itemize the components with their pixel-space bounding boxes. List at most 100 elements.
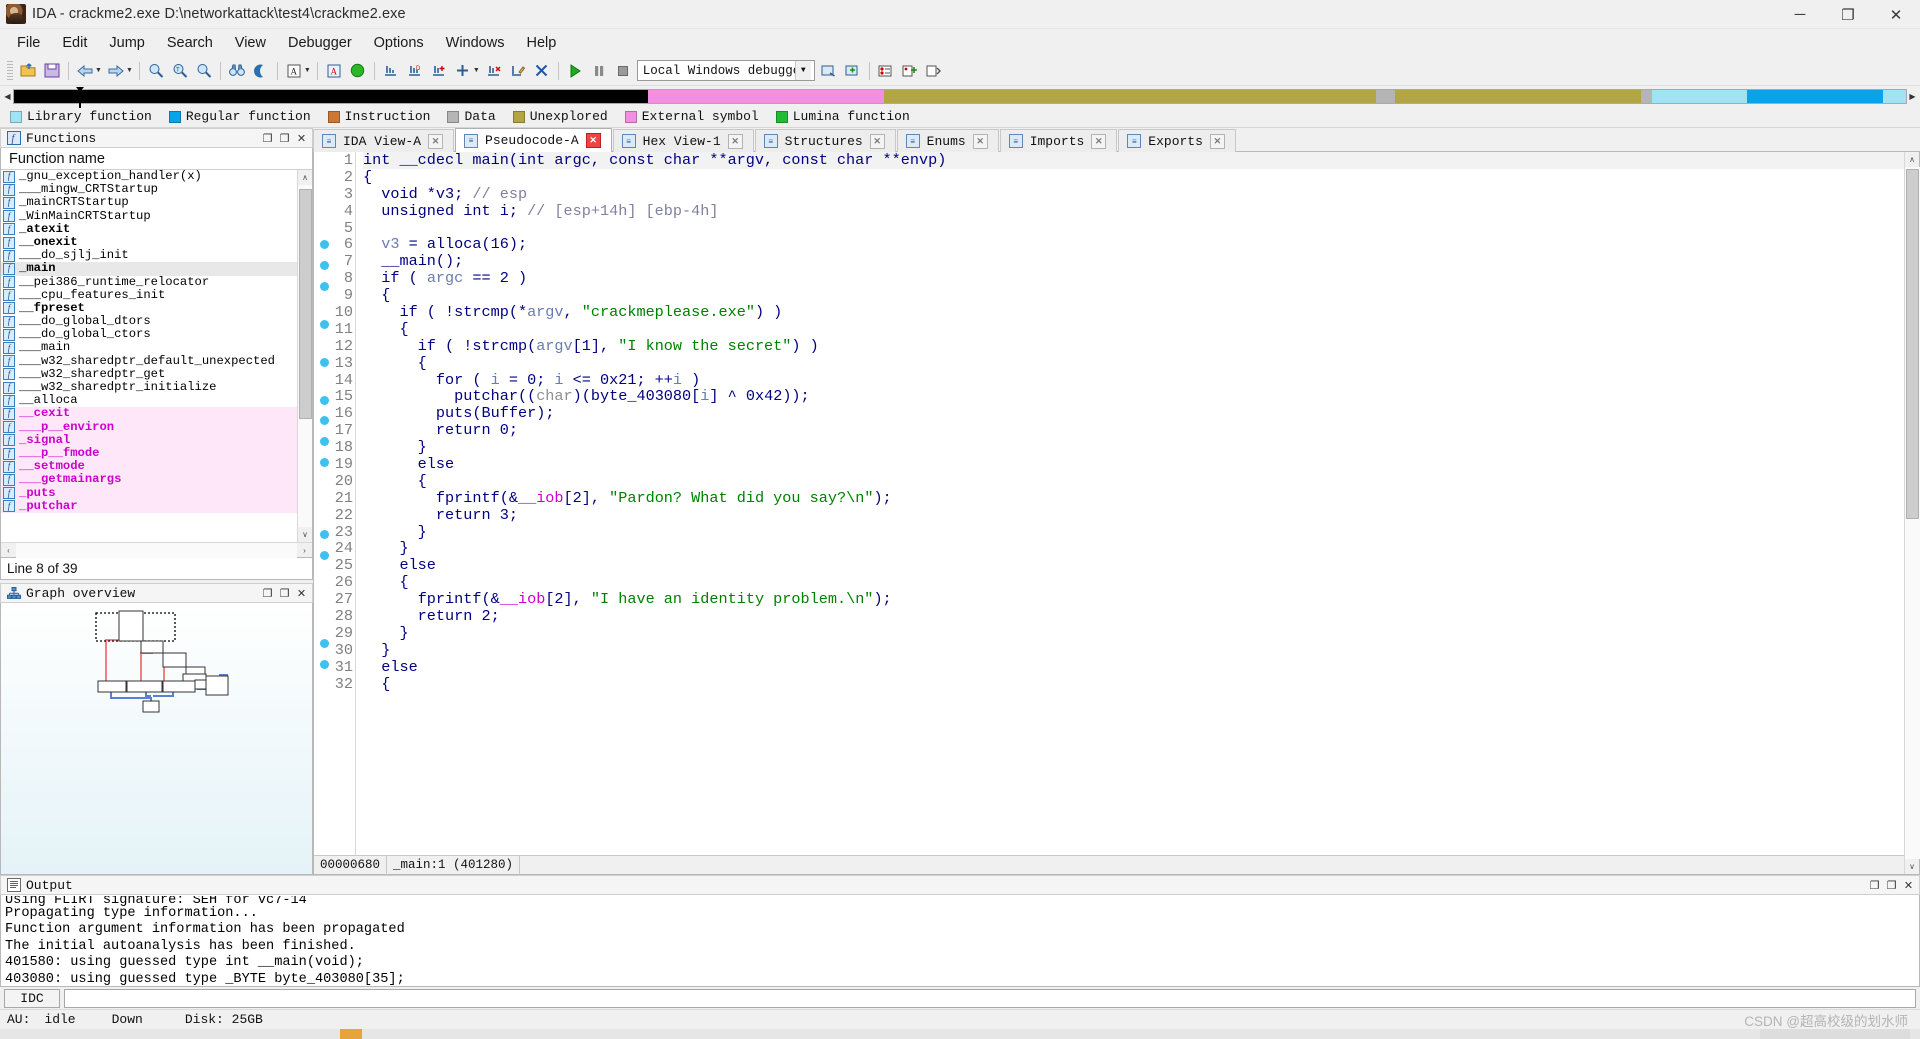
close-icon[interactable]: ✕ [727, 133, 743, 149]
code-line[interactable]: if ( argc == 2 ) [363, 270, 1904, 287]
breakpoint-marker[interactable] [314, 529, 334, 547]
idc-language-button[interactable]: IDC [4, 988, 60, 1008]
function-list-item[interactable]: f ___getmainargs [1, 473, 297, 487]
breakpoint-gutter-slot[interactable] [314, 203, 334, 220]
navband-segment-external[interactable] [647, 89, 885, 103]
code-line[interactable]: } [363, 523, 1904, 541]
breakpoint-gutter-slot[interactable] [314, 186, 334, 203]
taskbar-item-1[interactable] [340, 1029, 362, 1039]
menu-view[interactable]: View [224, 32, 277, 54]
code-line[interactable]: __main(); [363, 253, 1904, 270]
make-array-icon[interactable] [428, 60, 450, 82]
functions-hscroll-track[interactable] [16, 542, 297, 558]
function-list-item[interactable]: f ___main [1, 341, 297, 354]
function-list-item[interactable]: f ___cpu_features_init [1, 288, 297, 302]
search-text-icon[interactable]: T [169, 60, 191, 82]
moon-icon[interactable] [250, 60, 272, 82]
functions-hscroll-left-icon[interactable]: ‹ [1, 543, 16, 558]
function-list-item[interactable]: f _putchar [1, 499, 297, 513]
breakpoint-list-icon[interactable] [875, 60, 897, 82]
text-style-dropdown-icon[interactable]: ▼ [304, 67, 311, 74]
output-log-text[interactable]: Using FLIRT signature: SEH for vc7-14 Pro… [0, 895, 1920, 987]
functions-list[interactable]: f _gnu_exception_handler(x) f ___mingw_CRTS… [1, 170, 297, 542]
code-line[interactable]: else [363, 658, 1904, 676]
maximize-button[interactable]: ❐ [1824, 0, 1872, 29]
run-to-cursor-icon[interactable] [347, 60, 369, 82]
breakpoint-dot-icon[interactable] [319, 416, 329, 426]
open-file-icon[interactable] [17, 60, 39, 82]
breakpoint-gutter-slot[interactable] [314, 584, 334, 601]
chevron-down-icon[interactable]: ▼ [794, 61, 811, 80]
pseudocode-scroll-down-icon[interactable]: ∨ [1905, 859, 1920, 874]
add-breakpoint-icon[interactable] [899, 60, 921, 82]
code-line[interactable]: v3 = alloca(16); [363, 236, 1904, 253]
breakpoint-marker[interactable] [314, 416, 334, 433]
code-line[interactable]: if ( !strcmp(argv[1], "I know the secret… [363, 337, 1904, 355]
functions-close-button[interactable]: ✕ [293, 130, 310, 147]
delete-x-icon[interactable] [531, 60, 553, 82]
graph-float-button[interactable]: ❐ [276, 585, 293, 602]
breakpoint-marker[interactable] [314, 282, 334, 299]
breakpoint-marker[interactable] [314, 639, 334, 656]
breakpoint-dot-icon[interactable] [319, 639, 329, 649]
breakpoint-gutter-slot[interactable] [314, 169, 334, 186]
function-name-column-header[interactable]: Function name [1, 148, 312, 170]
minimize-button[interactable]: ─ [1776, 0, 1824, 29]
make-data-icon[interactable]: D [404, 60, 426, 82]
code-line[interactable]: puts(Buffer); [363, 405, 1904, 422]
breakpoint-dot-icon[interactable] [319, 660, 329, 670]
stop-debugger-icon[interactable] [612, 60, 634, 82]
code-line[interactable]: { [363, 287, 1904, 304]
functions-scroll-thumb[interactable] [298, 189, 312, 419]
add-dropdown-icon[interactable]: ▼ [473, 67, 480, 74]
breakpoint-gutter-slot[interactable] [314, 728, 334, 745]
code-line[interactable]: return 3; [363, 506, 1904, 524]
attach-process-icon[interactable] [842, 60, 864, 82]
decompile-icon[interactable]: A [323, 60, 345, 82]
code-line[interactable]: { [363, 472, 1904, 490]
code-line[interactable]: putchar((char)(byte_403080[i] ^ 0x42)); [363, 388, 1904, 405]
functions-float-button[interactable]: ❐ [276, 130, 293, 147]
code-line[interactable]: unsigned int i; // [esp+14h] [ebp-4h] [363, 202, 1904, 220]
navband-segment-data2[interactable] [1376, 89, 1396, 103]
breakpoint-marker[interactable] [314, 357, 334, 375]
code-line[interactable]: else [363, 557, 1904, 574]
breakpoint-dot-icon[interactable] [319, 282, 329, 292]
close-icon[interactable]: ✕ [1091, 133, 1107, 149]
functions-hscroll-right-icon[interactable]: › [297, 543, 312, 558]
close-icon[interactable]: ✕ [972, 133, 988, 149]
breakpoint-marker[interactable] [314, 261, 334, 278]
code-line[interactable]: if ( !strcmp(*argv, "crackmeplease.exe")… [363, 304, 1904, 321]
debugger-select[interactable]: Local Windows debugger ▼ [636, 60, 815, 81]
breakpoint-gutter-slot[interactable] [314, 220, 334, 237]
pause-debugger-icon[interactable] [588, 60, 610, 82]
graph-close-button[interactable]: ✕ [293, 585, 310, 602]
breakpoint-dot-icon[interactable] [319, 437, 329, 447]
breakpoint-marker[interactable] [314, 437, 334, 454]
code-line[interactable]: int __cdecl main(int argc, const char **… [363, 152, 1904, 169]
output-close-button[interactable]: ✕ [1900, 877, 1917, 894]
back-arrow-icon[interactable] [74, 60, 96, 82]
functions-scroll-down-icon[interactable]: ∨ [298, 527, 313, 542]
edit-function-icon[interactable] [507, 60, 529, 82]
forward-arrow-icon[interactable] [105, 60, 127, 82]
breakpoint-gutter-slot[interactable] [314, 152, 334, 169]
breakpoint-gutter-slot[interactable] [314, 299, 334, 316]
code-line[interactable]: { [363, 168, 1904, 186]
navband-left-arrow-icon[interactable]: ◀ [2, 89, 13, 104]
save-icon[interactable] [41, 60, 63, 82]
view-tab-exports[interactable]: ≡ Exports ✕ [1118, 129, 1236, 152]
function-list-item[interactable]: f _main [1, 262, 297, 276]
menu-debugger[interactable]: Debugger [277, 32, 363, 54]
function-list-item[interactable]: f _puts [1, 486, 297, 500]
breakpoint-marker[interactable] [314, 660, 334, 677]
function-list-item[interactable]: f _atexit [1, 222, 297, 236]
function-list-item[interactable]: f ___p__environ [1, 420, 297, 434]
breakpoint-marker[interactable] [314, 320, 334, 337]
code-line[interactable]: } [363, 641, 1904, 659]
close-icon[interactable]: ✕ [1209, 133, 1225, 149]
navband-cursor[interactable] [76, 86, 85, 108]
debugger-options-icon[interactable] [818, 60, 840, 82]
breakpoint-gutter-slot[interactable] [314, 509, 334, 526]
breakpoint-marker[interactable] [314, 550, 334, 568]
